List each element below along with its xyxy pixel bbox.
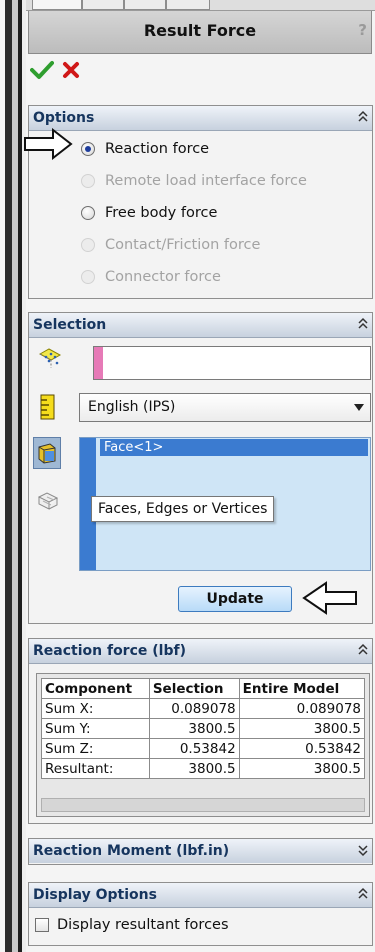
table-cell: 0.089078: [148, 698, 240, 719]
radio-label: Contact/Friction force: [105, 237, 261, 253]
options-header[interactable]: Options: [29, 106, 372, 131]
display-resultant-forces-checkbox[interactable]: [35, 918, 49, 932]
expand-chevron-icon[interactable]: [357, 843, 369, 857]
pointer-arrow-icon: [302, 581, 357, 615]
tab-2[interactable]: [82, 0, 124, 10]
reaction-moment-group: Reaction Moment (lbf.in): [28, 838, 373, 865]
table-cell: 3800.5: [238, 718, 366, 739]
reference-entity-icon: [38, 348, 62, 368]
table-cell: Sum Z:: [41, 738, 150, 759]
table-cell: 3800.5: [148, 718, 240, 739]
options-header-label: Options: [33, 110, 95, 126]
table-cell: 3800.5: [238, 758, 366, 779]
selection-color-swatch: [94, 347, 103, 379]
reaction-force-table-container: Component Selection Entire Model Sum X: …: [36, 673, 370, 817]
checkbox-label: Display resultant forces: [57, 917, 229, 933]
tab-3[interactable]: [124, 0, 166, 10]
column-header: Component: [41, 678, 150, 699]
table-cell: Sum Y:: [41, 718, 150, 739]
face-filter-icon: [38, 443, 56, 464]
units-value: English (IPS): [88, 399, 176, 415]
action-row: [26, 54, 375, 96]
radio-button[interactable]: [81, 174, 95, 188]
ok-check-icon[interactable]: [30, 60, 54, 80]
entity-selection-field[interactable]: [93, 346, 371, 380]
dropdown-arrow-icon[interactable]: [354, 404, 364, 411]
table-cell: 0.53842: [238, 738, 366, 759]
options-group: Options Reaction force Remote load inter…: [24, 105, 373, 299]
units-ruler-icon: [40, 394, 55, 420]
table-cell: 0.53842: [148, 738, 240, 759]
column-header: Entire Model: [238, 678, 366, 699]
table-cell: Resultant:: [41, 758, 150, 779]
table-header-row: Component Selection Entire Model: [41, 678, 366, 699]
column-header: Selection: [148, 678, 240, 699]
display-options-header[interactable]: Display Options: [29, 883, 372, 908]
list-item-label: Face<1>: [104, 440, 164, 455]
reaction-moment-header[interactable]: Reaction Moment (lbf.in): [29, 839, 372, 863]
table-cell: Sum X:: [41, 698, 150, 719]
table-cell: 3800.5: [148, 758, 240, 779]
property-manager-panel: Result Force ? Options Reaction force Re…: [24, 0, 375, 952]
face-selection-toggle[interactable]: [33, 437, 61, 469]
table-row: Sum Z: 0.53842 0.53842: [41, 738, 366, 759]
list-item[interactable]: Face<1>: [100, 439, 368, 456]
reaction-force-group: Reaction force (lbf) Component Selection…: [28, 638, 373, 824]
radio-label: Connector force: [105, 269, 221, 285]
collapse-chevron-icon[interactable]: [357, 643, 369, 657]
radio-label: Free body force: [105, 205, 218, 221]
title-bar: Result Force ?: [28, 11, 372, 54]
update-button[interactable]: Update: [178, 586, 292, 612]
radio-button[interactable]: [81, 238, 95, 252]
update-button-label: Update: [206, 591, 264, 607]
radio-label: Reaction force: [105, 141, 210, 157]
table-row: Sum X: 0.089078 0.089078: [41, 698, 366, 719]
reaction-moment-header-label: Reaction Moment (lbf.in): [33, 843, 230, 859]
help-icon[interactable]: ?: [358, 21, 367, 39]
collapse-chevron-icon[interactable]: [357, 887, 369, 901]
selection-group: Selection English (IPS) Face<1> Faces, E…: [28, 312, 373, 624]
display-options-header-label: Display Options: [33, 887, 157, 903]
reaction-force-table: Component Selection Entire Model Sum X: …: [41, 678, 366, 779]
page-title: Result Force: [143, 21, 257, 40]
tooltip: Faces, Edges or Vertices: [91, 496, 275, 522]
radio-button[interactable]: [81, 206, 95, 220]
collapse-chevron-icon[interactable]: [357, 317, 369, 331]
panel-tabs: [26, 0, 375, 11]
units-dropdown[interactable]: English (IPS): [79, 393, 371, 422]
reaction-force-header[interactable]: Reaction force (lbf): [29, 639, 372, 664]
radio-label: Remote load interface force: [105, 173, 307, 189]
horizontal-scrollbar[interactable]: [41, 798, 365, 812]
radio-button[interactable]: [81, 270, 95, 284]
filter-icon[interactable]: [37, 491, 59, 511]
collapse-chevron-icon[interactable]: [357, 110, 369, 124]
tab-4[interactable]: [166, 0, 210, 10]
cancel-x-icon[interactable]: [62, 61, 80, 79]
pointer-arrow-icon: [24, 128, 73, 160]
table-row: Resultant: 3800.5 3800.5: [41, 758, 366, 779]
selection-header[interactable]: Selection: [29, 313, 372, 338]
tab-1[interactable]: [32, 0, 82, 10]
radio-button[interactable]: [81, 142, 95, 156]
display-options-group: Display Options Display resultant forces: [28, 882, 373, 946]
reaction-force-header-label: Reaction force (lbf): [33, 643, 186, 659]
table-row: Sum Y: 3800.5 3800.5: [41, 718, 366, 739]
selection-header-label: Selection: [33, 317, 107, 333]
table-cell: 0.089078: [238, 698, 366, 719]
